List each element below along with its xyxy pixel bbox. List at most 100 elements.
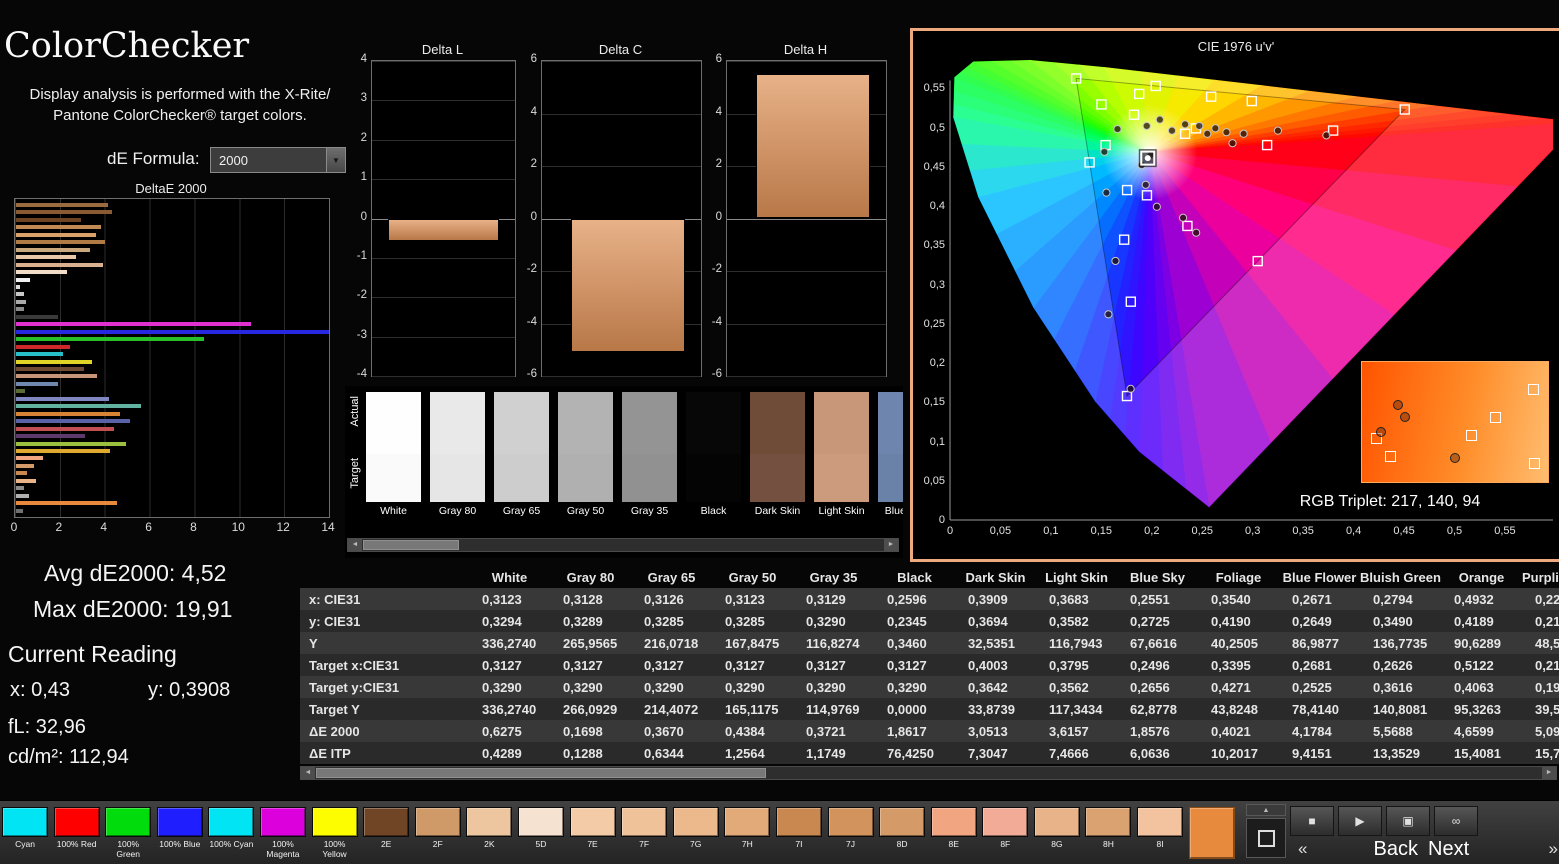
scroll-right-icon[interactable]: ► (1542, 767, 1556, 779)
patch-label: 5D (535, 839, 547, 849)
stop-button[interactable]: ■ (1290, 806, 1334, 836)
deltae-bar (16, 456, 43, 461)
deltae-bar (16, 270, 68, 275)
patch-2k[interactable]: 2K (466, 807, 513, 849)
patch-100-green[interactable]: 100% Green (105, 807, 152, 859)
patch-label: 8G (1051, 839, 1063, 849)
patch-color (775, 807, 822, 837)
column-header: Light Skin (1045, 569, 1108, 585)
delta-l-bar (387, 218, 500, 241)
patch-7j[interactable]: 7J (827, 807, 874, 849)
play-button[interactable]: ▶ (1338, 806, 1382, 836)
patch-color (259, 807, 306, 837)
marker-button[interactable]: ▣ (1386, 806, 1430, 836)
scroll-left-icon[interactable]: ◄ (301, 767, 315, 779)
table-scrollbar[interactable]: ◄ ► (300, 766, 1557, 780)
current-fl-value: fL: 32,96 (8, 716, 86, 738)
table-cell: 0,4932 (1454, 591, 1494, 607)
target-marker (1466, 430, 1478, 442)
measurement-marker (1376, 426, 1387, 437)
measurement-marker (1102, 188, 1111, 197)
axis-tick-label: 8 (190, 520, 197, 534)
table-cell: 0,4003 (968, 657, 1008, 673)
measurement-marker (1192, 228, 1201, 237)
axis-tick-label: 10 (231, 520, 245, 534)
axis-tick-label: -6 (711, 368, 722, 380)
patch-100-red[interactable]: 100% Red (53, 807, 100, 849)
axis-tick-label: 12 (276, 520, 290, 534)
patch-color (879, 807, 926, 837)
patch-8d[interactable]: 8D (879, 807, 926, 849)
delta-c-chart (541, 60, 702, 377)
deltae-bar (16, 486, 24, 491)
scrollbar-thumb[interactable] (316, 768, 766, 778)
patch-cyan[interactable]: Cyan (2, 807, 48, 849)
swatch-gray-35: Gray 35 (622, 392, 677, 524)
table-cell: 0,3721 (806, 723, 846, 739)
deltae-bar (16, 359, 92, 364)
axis-tick-label: 2 (715, 158, 722, 170)
patch-100-magenta[interactable]: 100% Magenta (259, 807, 306, 859)
delta-h-bar (755, 74, 871, 219)
deltae-bar (16, 381, 58, 386)
back-button[interactable]: « Back (1292, 835, 1424, 863)
de-formula-dropdown[interactable]: 2000 ▼ (210, 147, 346, 173)
patch-2e[interactable]: 2E (363, 807, 410, 849)
table-cell: 0,2725 (1130, 613, 1170, 629)
next-button[interactable]: Next » (1424, 835, 1559, 863)
table-cell: 1,8617 (887, 723, 927, 739)
row-header: y: CIE31 (309, 613, 361, 629)
patch-2f[interactable]: 2F (414, 807, 461, 849)
measurement-table: White Gray 80 Gray 65 Gray 50 Gray 35 Black Da… (300, 566, 1559, 765)
patch-100-yellow[interactable]: 100% Yellow (311, 807, 358, 859)
patch-7i[interactable]: 7I (775, 807, 822, 849)
current-patch-icon (1257, 829, 1275, 847)
current-patch-button[interactable] (1246, 818, 1286, 858)
swatch-gray-50: Gray 50 (558, 392, 613, 524)
table-cell: 165,1175 (725, 701, 779, 717)
table-cell: 90,6289 (1454, 635, 1501, 651)
table-cell: 33,8739 (968, 701, 1015, 717)
swatch-target-color (686, 454, 741, 502)
patch-5d[interactable]: 5D (517, 807, 564, 849)
patch-label: 7G (690, 839, 702, 849)
table-cell: 32,5351 (968, 635, 1015, 651)
scroll-right-icon[interactable]: ► (884, 539, 898, 551)
measurement-marker (1142, 121, 1151, 131)
de-formula-value: 2000 (219, 152, 248, 168)
patch-8i[interactable]: 8I (1137, 807, 1184, 849)
scroll-left-icon[interactable]: ◄ (348, 539, 362, 551)
patch-7f[interactable]: 7F (621, 807, 668, 849)
patch-8j[interactable] (1188, 807, 1235, 859)
patch-8h[interactable]: 8H (1085, 807, 1132, 849)
collapse-button[interactable]: ▲ (1246, 804, 1286, 816)
patch-8f[interactable]: 8F (982, 807, 1029, 849)
gridline (372, 297, 515, 299)
delta-h-y-axis: 6 4 2 0 -2 -4 -6 (696, 53, 722, 380)
scrollbar-thumb[interactable] (363, 540, 459, 550)
deltae-bar (16, 225, 101, 230)
patch-7h[interactable]: 7H (724, 807, 771, 849)
patch-100-cyan[interactable]: 100% Cyan (208, 807, 255, 849)
gridline (372, 100, 515, 102)
patch-color (1188, 807, 1235, 859)
table-cell: 39,5510 (1535, 701, 1559, 717)
deltae-bar (16, 411, 121, 416)
patch-8g[interactable]: 8G (1033, 807, 1080, 849)
table-cell: 0,3290 (725, 679, 765, 695)
loop-button[interactable]: ∞ (1434, 806, 1478, 836)
patch-7e[interactable]: 7E (569, 807, 616, 849)
table-cell: 0,6344 (644, 745, 684, 761)
axis-tick-label: 6 (715, 53, 722, 65)
measurement-marker (1100, 147, 1109, 156)
measurement-marker (1203, 129, 1212, 138)
swatch-scrollbar[interactable]: ◄ ► (347, 538, 899, 552)
measurement-marker (1273, 126, 1283, 135)
patch-100-blue[interactable]: 100% Blue (156, 807, 203, 849)
patch-7g[interactable]: 7G (672, 807, 719, 849)
patch-8e[interactable]: 8E (930, 807, 977, 849)
gridline (372, 61, 515, 62)
deltae-bar (16, 232, 97, 237)
deltae-bar (16, 478, 37, 483)
swatch-black: Black (686, 392, 741, 524)
